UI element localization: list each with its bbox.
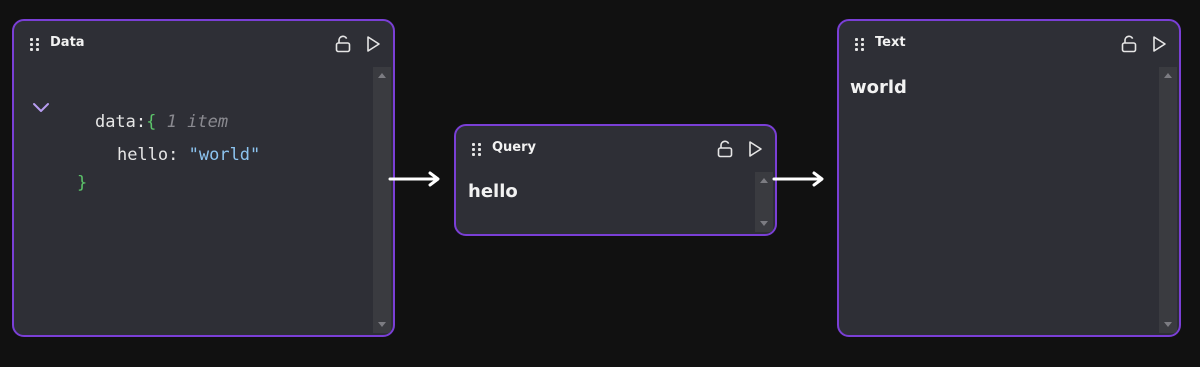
edge-data-to-query bbox=[388, 171, 440, 187]
scroll-down-arrow[interactable] bbox=[378, 322, 386, 327]
text-node[interactable]: Text world bbox=[837, 19, 1181, 337]
node-title: Data bbox=[50, 35, 85, 50]
play-icon[interactable] bbox=[1148, 33, 1170, 55]
json-entry-key: hello: bbox=[116, 145, 179, 165]
json-entry-row: hello: "world" bbox=[76, 125, 260, 185]
scroll-down-arrow[interactable] bbox=[760, 221, 768, 226]
edge-query-to-text bbox=[772, 171, 824, 187]
unlock-icon[interactable] bbox=[1118, 33, 1140, 55]
unlock-icon[interactable] bbox=[714, 138, 736, 160]
scrollbar[interactable] bbox=[1159, 67, 1177, 333]
json-close-brace: } bbox=[76, 173, 88, 193]
node-title: Text bbox=[875, 35, 906, 50]
play-icon[interactable] bbox=[744, 138, 766, 160]
play-icon[interactable] bbox=[362, 33, 384, 55]
scroll-up-arrow[interactable] bbox=[378, 73, 386, 78]
query-node[interactable]: Query hello bbox=[454, 124, 777, 236]
chevron-down-icon[interactable] bbox=[32, 99, 50, 118]
unlock-icon[interactable] bbox=[332, 33, 354, 55]
data-node-header[interactable]: Data bbox=[14, 21, 393, 65]
node-title: Query bbox=[492, 140, 537, 155]
query-node-header[interactable]: Query bbox=[456, 126, 775, 170]
drag-handle-icon[interactable] bbox=[855, 38, 865, 52]
text-output: world bbox=[850, 77, 907, 98]
text-node-header[interactable]: Text bbox=[839, 21, 1179, 65]
query-input[interactable]: hello bbox=[468, 181, 518, 202]
scroll-down-arrow[interactable] bbox=[1164, 322, 1172, 327]
scrollbar[interactable] bbox=[373, 67, 391, 333]
drag-handle-icon[interactable] bbox=[472, 143, 482, 157]
scrollbar[interactable] bbox=[755, 172, 773, 232]
drag-handle-icon[interactable] bbox=[30, 38, 40, 52]
scroll-up-arrow[interactable] bbox=[760, 178, 768, 183]
data-node[interactable]: Data data:{ 1 item hello: "world" } bbox=[12, 19, 395, 337]
scroll-up-arrow[interactable] bbox=[1164, 73, 1172, 78]
json-close-row: } bbox=[36, 153, 87, 213]
json-entry-value: "world" bbox=[188, 145, 261, 165]
